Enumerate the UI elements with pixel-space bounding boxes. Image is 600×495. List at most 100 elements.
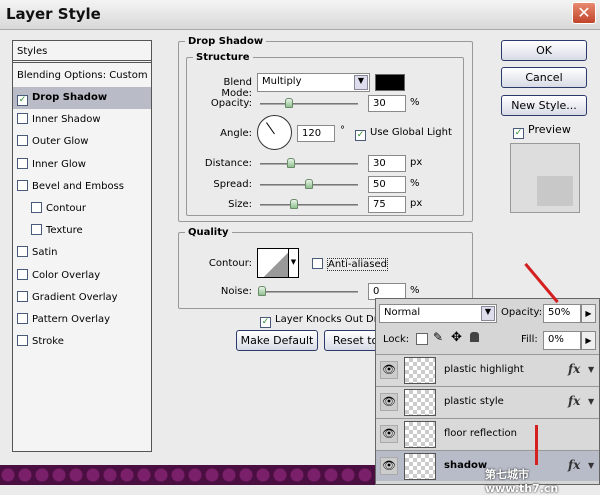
style-item[interactable]: Pattern Overlay [13, 309, 151, 331]
contour-picker[interactable]: ▼ [257, 248, 299, 278]
layer-row[interactable]: 👁 floor reflection [376, 418, 599, 449]
layer-knocks-out-checkbox[interactable]: ✓ Layer Knocks Out Dro [260, 314, 384, 328]
fill-label: Fill: [521, 334, 538, 345]
spread-input[interactable]: 50 [368, 176, 406, 193]
preview-checkbox[interactable]: ✓ Preview [513, 123, 571, 139]
checkbox-icon[interactable] [17, 268, 28, 280]
checkbox-icon[interactable] [17, 290, 28, 302]
fill-arrow-button[interactable]: ▶ [581, 331, 596, 350]
fx-icon[interactable]: fx [568, 362, 580, 376]
checkbox-icon[interactable] [31, 202, 42, 213]
angle-unit: ° [340, 125, 345, 136]
style-item[interactable]: Bevel and Emboss [13, 176, 151, 198]
spread-slider[interactable] [260, 179, 358, 189]
style-item-label: Contour [46, 203, 86, 214]
eye-icon[interactable]: 👁 [380, 393, 398, 411]
opacity-slider[interactable] [260, 98, 358, 108]
quality-title: Quality [188, 227, 229, 238]
lock-brush-icon[interactable]: ✎ [433, 330, 443, 344]
style-item[interactable]: Outer Glow [13, 131, 151, 153]
checkbox-icon[interactable] [17, 179, 28, 191]
style-item[interactable]: Stroke [13, 331, 151, 353]
new-style-button[interactable]: New Style... [501, 95, 587, 116]
cancel-button[interactable]: Cancel [501, 67, 587, 88]
shadow-color-swatch[interactable] [375, 74, 405, 91]
style-item[interactable]: Contour [13, 198, 151, 220]
opacity-slider-thumb[interactable] [285, 98, 293, 108]
use-global-light-label: Use Global Light [370, 127, 452, 138]
size-label: Size: [228, 199, 252, 210]
eye-icon[interactable]: 👁 [380, 457, 398, 475]
lock-transparency-icon[interactable] [416, 333, 428, 345]
style-item-label: Inner Glow [32, 158, 86, 170]
opacity-arrow-button[interactable]: ▶ [581, 304, 596, 323]
noise-slider[interactable] [258, 286, 358, 296]
layer-blend-mode-select[interactable]: Normal ▼ [379, 304, 497, 323]
ok-button[interactable]: OK [501, 40, 587, 61]
fill-input[interactable]: 0% [543, 331, 581, 350]
checkbox-icon[interactable] [17, 157, 28, 169]
watermark: 第七城市 www.th7.cn [485, 468, 559, 495]
style-item-label: Inner Shadow [32, 114, 101, 126]
style-item[interactable]: Color Overlay [13, 265, 151, 287]
anti-aliased-label: Anti-aliased [327, 258, 389, 271]
layer-row[interactable]: 👁 plastic highlight fx ▼ [376, 354, 599, 385]
checkbox-icon: ✓ [513, 128, 524, 139]
lock-label: Lock: [383, 334, 410, 345]
blending-options[interactable]: Blending Options: Custom [13, 65, 151, 87]
close-icon[interactable]: ✕ [572, 2, 596, 24]
opacity-unit: % [410, 97, 420, 108]
noise-slider-thumb[interactable] [258, 286, 266, 296]
chevron-down-icon: ▼ [354, 75, 368, 90]
layer-name: shadow [444, 460, 488, 471]
spread-unit: % [410, 178, 420, 189]
lock-all-icon[interactable] [470, 332, 479, 342]
annotation-arrow [535, 425, 538, 465]
size-input[interactable]: 75 [368, 196, 406, 213]
use-global-light-checkbox[interactable]: ✓ Use Global Light [355, 127, 452, 141]
angle-input[interactable]: 120 [297, 125, 335, 142]
checkbox-icon [312, 258, 323, 269]
preview-shape [537, 176, 573, 206]
style-item[interactable]: Satin [13, 242, 151, 264]
style-item[interactable]: Inner Shadow [13, 109, 151, 131]
expand-triangle-icon[interactable]: ▼ [588, 365, 594, 374]
lock-move-icon[interactable]: ✥ [451, 330, 462, 345]
style-item[interactable]: Texture [13, 220, 151, 242]
layer-opacity-input[interactable]: 50% [543, 304, 581, 323]
opacity-input[interactable]: 30 [368, 95, 406, 112]
distance-slider[interactable] [260, 158, 358, 168]
distance-slider-thumb[interactable] [287, 158, 295, 168]
style-item[interactable]: ✓ Drop Shadow [13, 87, 151, 109]
checkbox-icon[interactable] [31, 224, 42, 236]
size-slider[interactable] [260, 199, 358, 209]
layer-row[interactable]: 👁 plastic style fx ▼ [376, 386, 599, 417]
anti-aliased-checkbox[interactable]: Anti-aliased [312, 258, 389, 271]
checkbox-icon[interactable]: ✓ [17, 95, 28, 106]
make-default-button[interactable]: Make Default [236, 330, 318, 351]
size-slider-thumb[interactable] [290, 199, 298, 209]
styles-header[interactable]: Styles [13, 41, 151, 63]
fx-icon[interactable]: fx [568, 394, 580, 408]
checkbox-icon[interactable] [17, 113, 28, 125]
checkbox-icon[interactable] [17, 313, 28, 324]
angle-dial[interactable] [257, 115, 292, 150]
spread-label: Spread: [213, 179, 252, 190]
style-item-label: Texture [46, 225, 83, 237]
eye-icon[interactable]: 👁 [380, 361, 398, 379]
angle-label: Angle: [220, 128, 252, 139]
spread-slider-thumb[interactable] [305, 179, 313, 189]
checkbox-icon[interactable] [17, 135, 28, 147]
style-item[interactable]: Gradient Overlay [13, 287, 151, 309]
checkbox-icon[interactable] [17, 246, 28, 258]
style-item[interactable]: Inner Glow [13, 154, 151, 176]
checkbox-icon[interactable] [17, 335, 28, 347]
structure-title: Structure [196, 52, 250, 63]
distance-input[interactable]: 30 [368, 155, 406, 172]
style-item-label: Stroke [32, 336, 64, 348]
eye-icon[interactable]: 👁 [380, 425, 398, 443]
expand-triangle-icon[interactable]: ▼ [588, 397, 594, 406]
layer-name: plastic style [444, 396, 504, 407]
blend-mode-select[interactable]: Multiply ▼ [257, 73, 370, 92]
window-title: Layer Style [6, 5, 101, 23]
